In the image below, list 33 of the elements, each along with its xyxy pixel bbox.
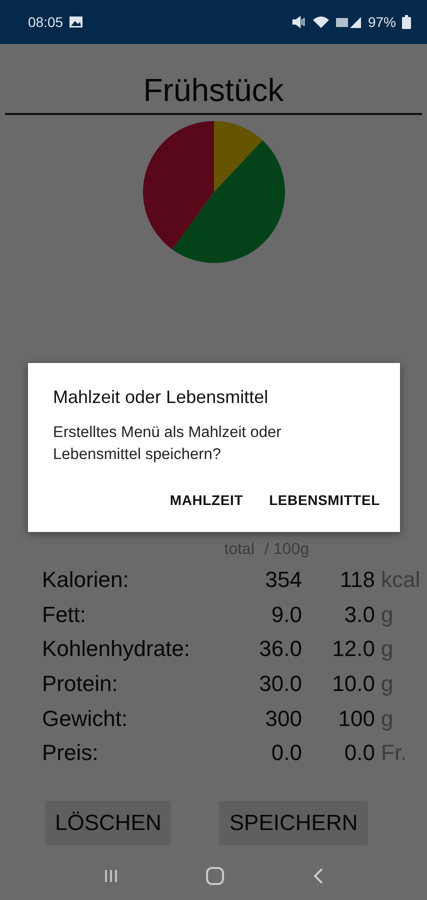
- dialog-message: Erstelltes Menü als Mahlzeit oder Lebensmittel speichern?: [53, 423, 282, 465]
- food-button[interactable]: LEBENSMITTEL: [259, 486, 390, 514]
- per-100g-value: 3.0: [343, 602, 375, 628]
- nutrient-label: Protein:: [42, 671, 119, 698]
- per-100g-value: 12.0: [331, 636, 375, 662]
- back-icon[interactable]: [312, 867, 324, 885]
- total-value: 30.0: [258, 671, 302, 698]
- total-value: 354: [264, 567, 302, 594]
- battery-icon: [402, 15, 411, 29]
- nutrient-label: Kalorien:: [42, 567, 130, 594]
- per-100g-value: 100: [337, 706, 375, 732]
- delete-button[interactable]: LÖSCHEN: [45, 800, 172, 845]
- per-100g-value: 10.0: [331, 671, 375, 698]
- save-button[interactable]: SPEICHERN: [219, 800, 368, 845]
- total-value: 0.0: [270, 740, 302, 766]
- dialog-title: Mahlzeit oder Lebensmittel: [53, 387, 270, 408]
- recent-apps-icon[interactable]: [103, 868, 120, 884]
- per-100g-value: 0.0: [343, 740, 375, 766]
- nutrient-label: Fett:: [42, 602, 88, 628]
- nutrient-label: Gewicht:: [42, 706, 129, 732]
- mute-icon: [292, 15, 306, 29]
- battery-percent: 97%: [368, 14, 396, 30]
- nutrient-label: Kohlenhydrate:: [42, 636, 191, 662]
- nutrient-label: Preis:: [42, 740, 100, 766]
- image-icon: [69, 16, 84, 28]
- total-value: 36.0: [258, 636, 302, 662]
- total-value: 9.0: [270, 602, 302, 628]
- meal-button[interactable]: MAHLZEIT: [160, 486, 254, 514]
- per-100g-value: 118: [338, 567, 375, 594]
- home-icon[interactable]: [205, 867, 226, 885]
- total-value: 300: [264, 706, 302, 732]
- meal-name-field[interactable]: Frühstück: [5, 72, 422, 109]
- status-time: 08:05: [28, 14, 64, 30]
